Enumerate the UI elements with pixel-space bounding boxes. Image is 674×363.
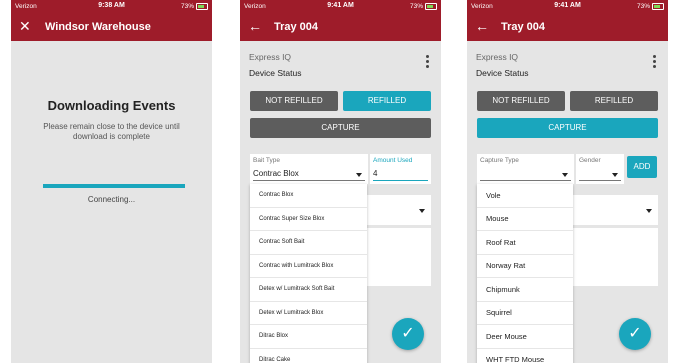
- list-item[interactable]: WHT FTD Mouse: [477, 349, 573, 363]
- battery-percent: 73%: [409, 3, 423, 10]
- chevron-down-icon: [419, 209, 425, 213]
- list-item[interactable]: Squirrel: [477, 302, 573, 325]
- bait-type-label: Bait Type: [253, 157, 280, 164]
- back-arrow-icon[interactable]: ←: [248, 19, 262, 33]
- battery-icon: [425, 3, 437, 10]
- status-bar: Verizon 9:41 AM 73%: [240, 0, 441, 13]
- status-bar: Verizon 9:38 AM 73%: [11, 0, 212, 13]
- list-item[interactable]: Contrac Blox: [250, 184, 367, 208]
- phone-screen-bait: Verizon 9:41 AM 73% ← Tray 004 Express I…: [240, 0, 441, 363]
- not-refilled-button[interactable]: NOT REFILLED: [477, 91, 565, 111]
- list-item[interactable]: Detex w/ Lumitrack Soft Bait: [250, 278, 367, 302]
- list-item[interactable]: Vole: [477, 184, 573, 208]
- battery-icon: [652, 3, 664, 10]
- chevron-down-icon: [646, 209, 652, 213]
- gender-label: Gender: [579, 157, 601, 164]
- list-item[interactable]: Ditrac Cake: [250, 349, 367, 363]
- capture-type-select[interactable]: Capture Type: [477, 154, 574, 184]
- battery-indicator: 73%: [637, 3, 664, 10]
- bait-type-select[interactable]: Bait Type Contrac Blox: [250, 154, 368, 184]
- battery-percent: 73%: [180, 3, 194, 10]
- app-bar: ← Tray 004: [240, 13, 441, 41]
- chevron-down-icon: [612, 173, 618, 177]
- more-menu-icon[interactable]: [653, 55, 656, 70]
- phone-screen-download: Verizon 9:38 AM 73% ✕ Windsor Warehouse …: [11, 0, 212, 363]
- check-icon[interactable]: ✓: [392, 318, 424, 350]
- battery-percent: 73%: [636, 3, 650, 10]
- background-card: [365, 228, 431, 286]
- list-item[interactable]: Norway Rat: [477, 255, 573, 278]
- capture-type-label: Capture Type: [480, 157, 519, 164]
- not-refilled-button[interactable]: NOT REFILLED: [250, 91, 338, 111]
- list-item[interactable]: Detex w/ Lumitrack Blox: [250, 302, 367, 325]
- device-type-label: Express IQ: [476, 52, 519, 62]
- add-button[interactable]: ADD: [627, 156, 657, 178]
- device-status-label: Device Status: [249, 68, 302, 78]
- background-card: [571, 228, 658, 286]
- capture-button[interactable]: CAPTURE: [250, 118, 431, 138]
- background-select: [365, 195, 431, 225]
- list-item[interactable]: Mouse: [477, 208, 573, 231]
- amount-used-value: 4: [373, 169, 378, 178]
- app-bar: ← Tray 004: [467, 13, 668, 41]
- progress-fill: [43, 184, 185, 188]
- app-bar-title: Windsor Warehouse: [45, 21, 151, 33]
- battery-icon: [196, 3, 208, 10]
- background-select: [571, 195, 658, 225]
- status-bar: Verizon 9:41 AM 73%: [467, 0, 668, 13]
- device-type-label: Express IQ: [249, 52, 292, 62]
- app-bar: ✕ Windsor Warehouse: [11, 13, 212, 41]
- connection-status: Connecting...: [87, 195, 136, 204]
- chevron-down-icon: [562, 173, 568, 177]
- bait-type-dropdown: Contrac Blox Contrac Super Size Blox Con…: [250, 184, 367, 363]
- phone-screen-capture: Verizon 9:41 AM 73% ← Tray 004 Express I…: [467, 0, 668, 363]
- app-bar-title: Tray 004: [501, 21, 546, 33]
- capture-button[interactable]: CAPTURE: [477, 118, 658, 138]
- list-item[interactable]: Roof Rat: [477, 231, 573, 255]
- refilled-button[interactable]: REFILLED: [570, 91, 658, 111]
- back-arrow-icon[interactable]: ←: [475, 19, 489, 33]
- check-icon[interactable]: ✓: [619, 318, 651, 350]
- chevron-down-icon: [356, 173, 362, 177]
- capture-type-dropdown: Vole Mouse Roof Rat Norway Rat Chipmunk …: [477, 184, 573, 363]
- refilled-button[interactable]: REFILLED: [343, 91, 431, 111]
- list-item[interactable]: Deer Mouse: [477, 325, 573, 349]
- more-menu-icon[interactable]: [426, 55, 429, 70]
- download-progress-bar: [43, 184, 185, 188]
- amount-used-field[interactable]: Amount Used 4: [370, 154, 431, 184]
- list-item[interactable]: Chipmunk: [477, 278, 573, 302]
- download-title: Downloading Events: [47, 98, 176, 113]
- gender-select[interactable]: Gender: [576, 154, 624, 184]
- battery-indicator: 73%: [181, 3, 208, 10]
- close-icon[interactable]: ✕: [19, 19, 31, 33]
- list-item[interactable]: Contrac Super Size Blox: [250, 208, 367, 231]
- battery-indicator: 73%: [410, 3, 437, 10]
- bait-type-value: Contrac Blox: [253, 169, 299, 178]
- list-item[interactable]: Ditrac Blox: [250, 325, 367, 349]
- download-message: Please remain close to the device until …: [43, 122, 180, 141]
- device-status-label: Device Status: [476, 68, 529, 78]
- list-item[interactable]: Contrac with Lumitrack Blox: [250, 255, 367, 278]
- amount-used-label: Amount Used: [373, 157, 413, 164]
- app-bar-title: Tray 004: [274, 21, 319, 33]
- list-item[interactable]: Contrac Soft Bait: [250, 231, 367, 255]
